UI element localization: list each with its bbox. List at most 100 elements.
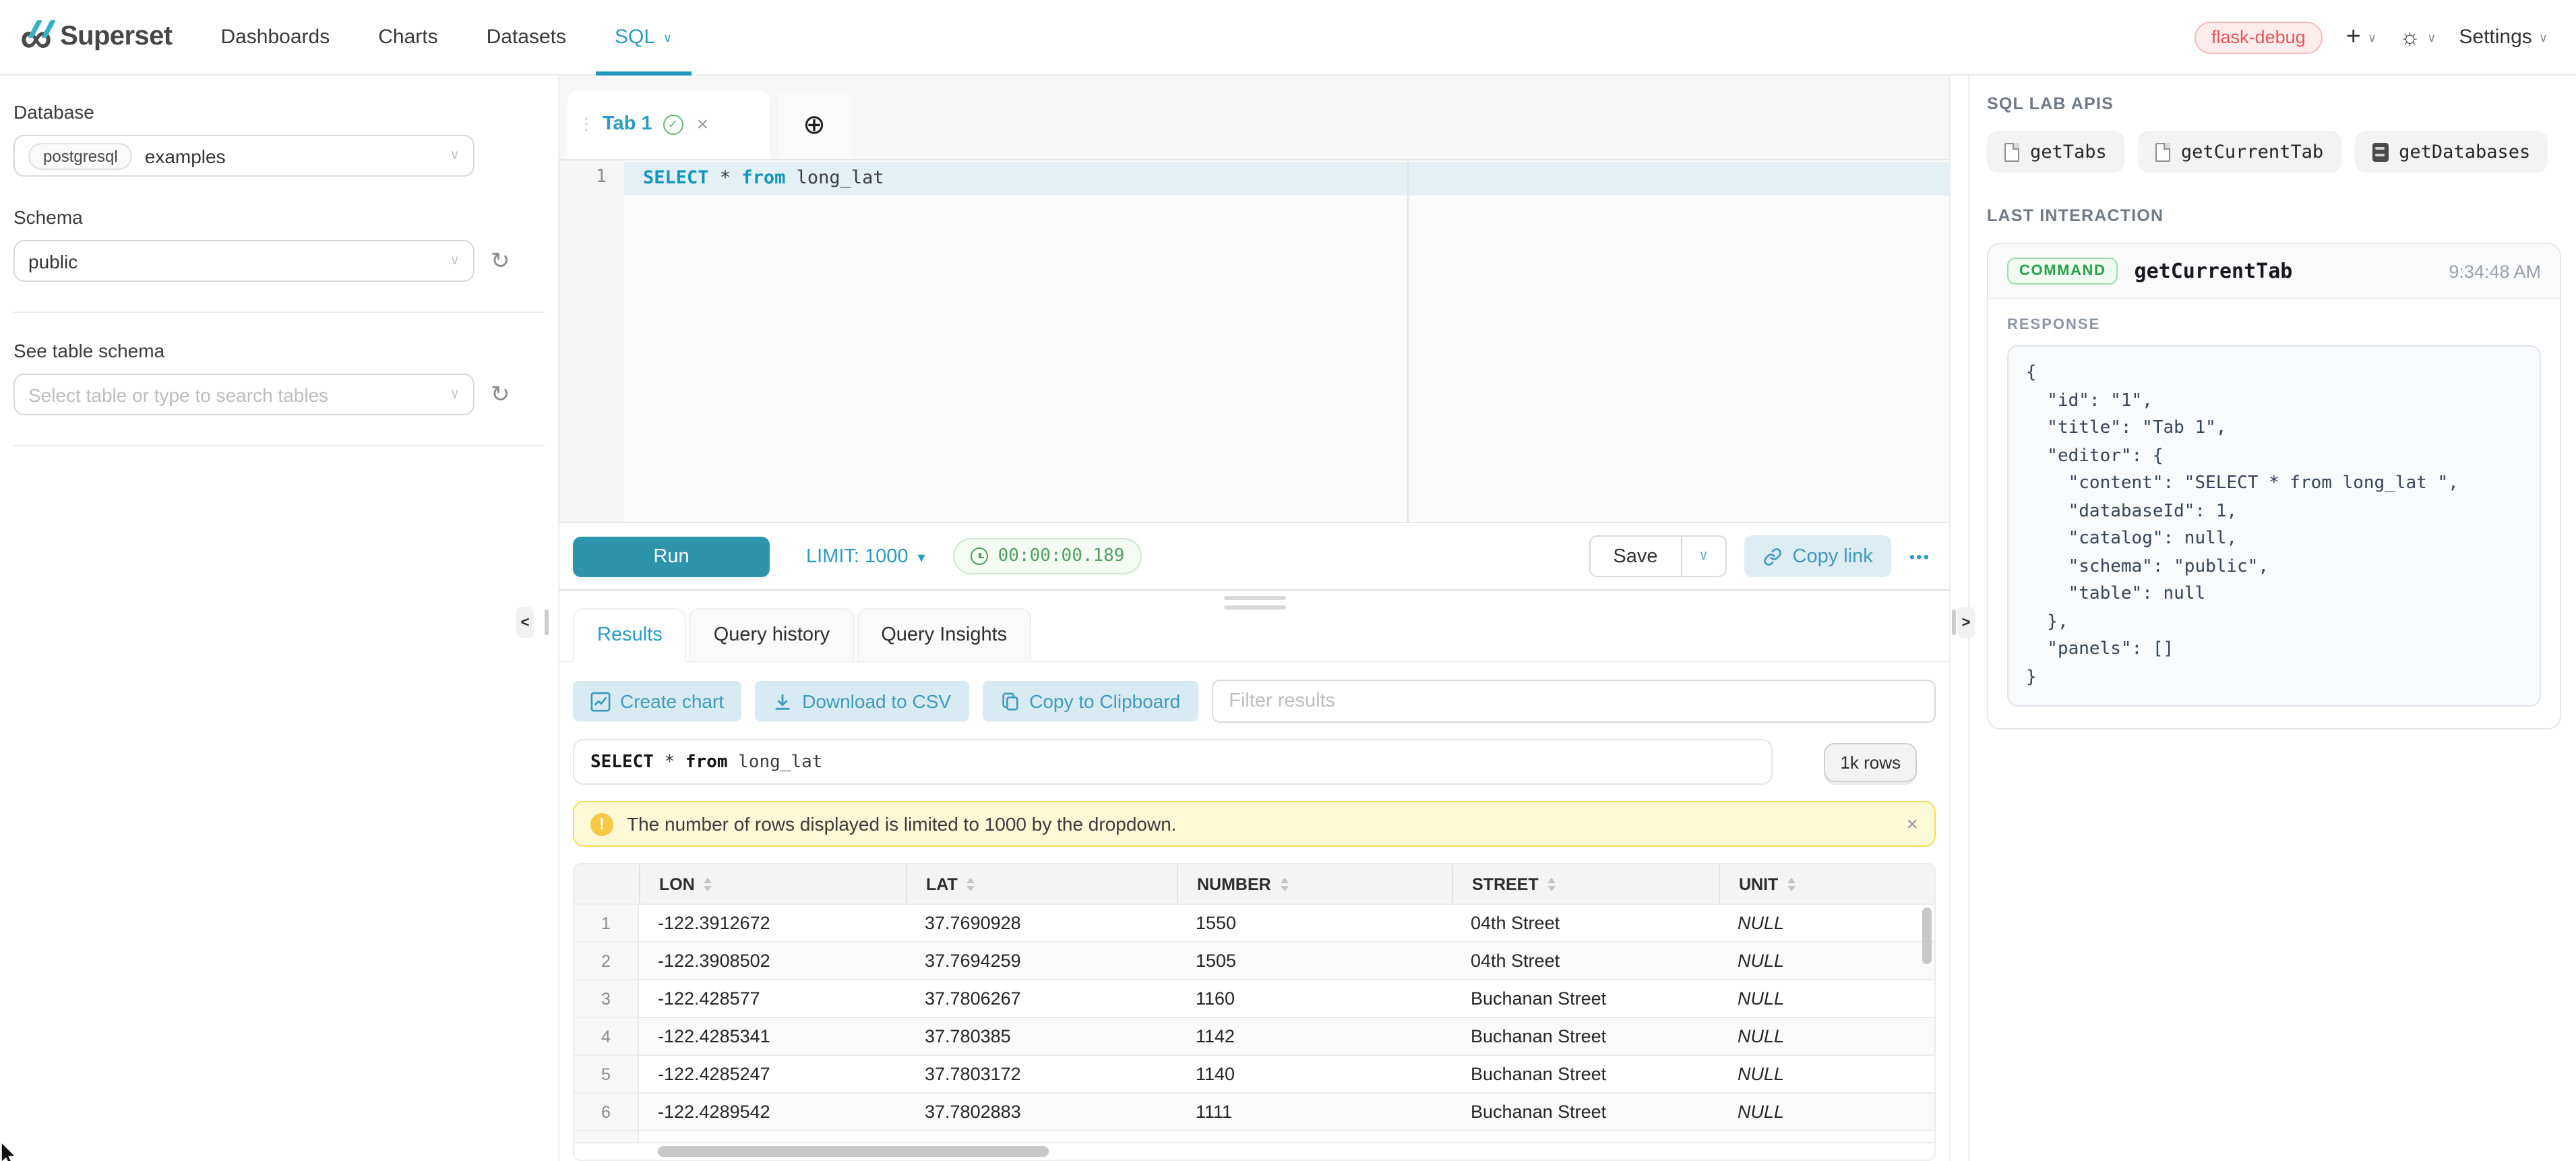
command-card-header: COMMAND getCurrentTab 9:34:48 AM — [1988, 244, 2560, 299]
table-row: 1 -122.3912672 37.7690928 1550 04th Stre… — [574, 903, 1934, 941]
results-table: LON LAT NUMBER STREET UNIT 1 -122.391267… — [573, 863, 1936, 1161]
sort-icon — [1787, 877, 1796, 891]
warning-text: The number of rows displayed is limited … — [627, 813, 1177, 835]
editor-scrollbar-sliver[interactable] — [1952, 609, 1956, 635]
more-actions-button[interactable]: ••• — [1909, 547, 1930, 566]
column-header-number[interactable]: NUMBER — [1177, 864, 1452, 903]
plus-icon: + — [2346, 24, 2361, 50]
command-card-body: RESPONSE { "id": "1", "title": "Tab 1", … — [1988, 299, 2560, 729]
run-toolbar: Run LIMIT: 1000 ▾ 00:00:00.189 Save ∨ Co… — [559, 523, 1949, 590]
limit-value: 1000 — [865, 546, 909, 568]
add-tab-button[interactable]: ⊕ — [778, 90, 851, 158]
elapsed-time: 00:00:00.189 — [998, 547, 1125, 567]
chevron-down-icon: ∨ — [450, 387, 460, 402]
refresh-schemas-icon[interactable]: ↻ — [491, 249, 510, 272]
column-header-street[interactable]: STREET — [1452, 864, 1719, 903]
horizontal-scrollbar[interactable] — [574, 1142, 1934, 1160]
tab-results[interactable]: Results — [573, 608, 687, 662]
schema-sidebar: Database postgresql examples ∨ Schema pu… — [0, 76, 558, 1161]
panel-resize-divider[interactable] — [559, 590, 1949, 608]
tab-query-insights[interactable]: Query Insights — [857, 608, 1031, 662]
sun-icon: ☼ — [2399, 26, 2420, 49]
create-chart-button[interactable]: Create chart — [573, 681, 741, 721]
column-header-unit[interactable]: UNIT — [1719, 864, 1934, 903]
last-interaction-title: LAST INTERACTION — [1987, 206, 2561, 225]
sidebar-divider — [13, 311, 545, 313]
database-select[interactable]: postgresql examples ∨ — [13, 135, 474, 177]
new-menu[interactable]: + ∨ — [2346, 24, 2376, 50]
command-timestamp: 9:34:48 AM — [2449, 261, 2541, 281]
database-engine-tag: postgresql — [28, 142, 133, 169]
run-button[interactable]: Run — [573, 537, 770, 577]
add-tab-icon: ⊕ — [803, 107, 826, 141]
tab-query-history[interactable]: Query history — [689, 608, 854, 662]
copy-link-button[interactable]: Copy link — [1744, 536, 1892, 578]
sql-code-editor[interactable]: 1 SELECT * from long_lat — [559, 158, 1949, 522]
command-name: getCurrentTab — [2135, 259, 2293, 283]
copy-clipboard-button[interactable]: Copy to Clipboard — [982, 681, 1198, 721]
settings-label: Settings — [2459, 26, 2532, 49]
drag-handle-icon[interactable]: ⋮ — [578, 115, 593, 133]
database-label: Database — [13, 101, 545, 123]
schema-select[interactable]: public ∨ — [13, 240, 474, 282]
get-current-tab-button[interactable]: getCurrentTab — [2138, 131, 2341, 173]
refresh-tables-icon[interactable]: ↻ — [491, 383, 510, 406]
editor-gutter: 1 — [559, 160, 624, 522]
executed-query-preview: SELECT * from long_lat — [573, 739, 1773, 785]
caret-down-icon: ▾ — [918, 549, 925, 566]
chevron-down-icon: ∨ — [2368, 31, 2376, 46]
limit-dropdown[interactable]: LIMIT: 1000 ▾ — [806, 546, 925, 568]
horizontal-scrollbar-thumb[interactable] — [658, 1146, 1049, 1157]
download-csv-button[interactable]: Download to CSV — [755, 681, 969, 721]
close-tab-icon[interactable]: × — [697, 114, 709, 134]
save-button[interactable]: Save — [1590, 537, 1680, 576]
topbar-right: flask-debug + ∨ ☼ ∨ Settings ∨ — [2194, 21, 2548, 53]
sort-icon — [1548, 877, 1556, 891]
main-nav: Dashboards Charts Datasets SQL∨ — [220, 0, 672, 75]
document-icon — [2004, 142, 2019, 161]
superset-logo[interactable]: ∞ Superset — [20, 15, 172, 59]
schema-label: Schema — [13, 206, 545, 228]
close-warning-icon[interactable]: × — [1906, 812, 1918, 835]
chevron-down-icon: ∨ — [2539, 31, 2548, 46]
table-row: 5 -122.4285247 37.7803172 1140 Buchanan … — [574, 1054, 1934, 1092]
cabinet-icon — [2372, 142, 2388, 161]
collapse-api-panel-button[interactable]: > — [1957, 607, 1975, 638]
line-number: 1 — [559, 160, 624, 187]
nav-sql[interactable]: SQL∨ — [615, 0, 672, 75]
vertical-scrollbar-thumb[interactable] — [1922, 907, 1932, 964]
command-badge: COMMAND — [2007, 258, 2118, 285]
response-label: RESPONSE — [2007, 317, 2541, 333]
column-header-lon[interactable]: LON — [639, 864, 906, 903]
table-row-partial — [574, 1130, 1934, 1142]
get-databases-button[interactable]: getDatabases — [2354, 131, 2548, 173]
results-tabs: Results Query history Query Insights — [559, 608, 1949, 662]
nav-datasets[interactable]: Datasets — [487, 0, 566, 75]
row-number-header — [574, 864, 639, 903]
editor-tab-title: Tab 1 — [603, 113, 652, 135]
editor-tabstrip: ⋮ Tab 1 ✓ × ⊕ — [559, 76, 1949, 158]
table-select[interactable]: Select table or type to search tables ∨ — [13, 374, 474, 415]
column-header-lat[interactable]: LAT — [906, 864, 1177, 903]
response-json: { "id": "1", "title": "Tab 1", "editor":… — [2026, 360, 2522, 692]
nav-charts[interactable]: Charts — [378, 0, 437, 75]
resize-drag-handle-icon[interactable] — [1223, 597, 1285, 616]
theme-menu[interactable]: ☼ ∨ — [2399, 26, 2436, 49]
api-panel-title: SQL LAB APIS — [1987, 94, 2561, 113]
chart-icon — [590, 691, 611, 711]
settings-menu[interactable]: Settings ∨ — [2459, 26, 2548, 49]
sort-icon — [967, 877, 975, 891]
get-tabs-button[interactable]: getTabs — [1987, 131, 2124, 173]
document-icon — [2155, 142, 2170, 161]
editor-tab-1[interactable]: ⋮ Tab 1 ✓ × — [568, 90, 770, 158]
nav-dashboards[interactable]: Dashboards — [220, 0, 330, 75]
save-dropdown-button[interactable]: ∨ — [1681, 537, 1725, 576]
collapse-sidebar-button[interactable]: < — [516, 607, 534, 638]
sql-lab-api-panel: SQL LAB APIS getTabs getCurrentTab getDa… — [1968, 76, 2576, 1161]
row-count-badge[interactable]: 1k rows — [1824, 742, 1917, 781]
editor-code-line: SELECT * from long_lat — [643, 161, 884, 195]
table-schema-label: See table schema — [13, 340, 545, 361]
filter-results-input[interactable] — [1211, 680, 1936, 723]
editor-scrollbar-sliver[interactable] — [545, 609, 549, 635]
table-row: 3 -122.428577 37.7806267 1160 Buchanan S… — [574, 979, 1934, 1017]
